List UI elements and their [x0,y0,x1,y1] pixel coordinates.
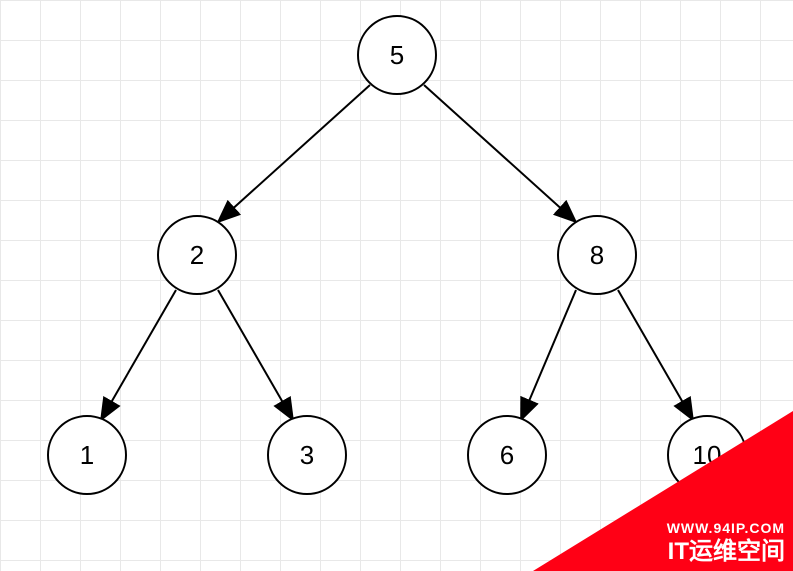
tree-node-r: 8 [557,215,637,295]
watermark-title: IT运维空间 [667,537,785,567]
node-value: 1 [80,440,94,471]
watermark: WWW.94IP.COM IT运维空间 [667,520,785,568]
tree-node-root: 5 [357,15,437,95]
node-value: 3 [300,440,314,471]
node-value: 6 [500,440,514,471]
tree-node-lr: 3 [267,415,347,495]
tree-node-ll: 1 [47,415,127,495]
watermark-url: WWW.94IP.COM [667,520,785,538]
node-value: 8 [590,240,604,271]
tree-node-l: 2 [157,215,237,295]
node-value: 5 [390,40,404,71]
node-value: 2 [190,240,204,271]
